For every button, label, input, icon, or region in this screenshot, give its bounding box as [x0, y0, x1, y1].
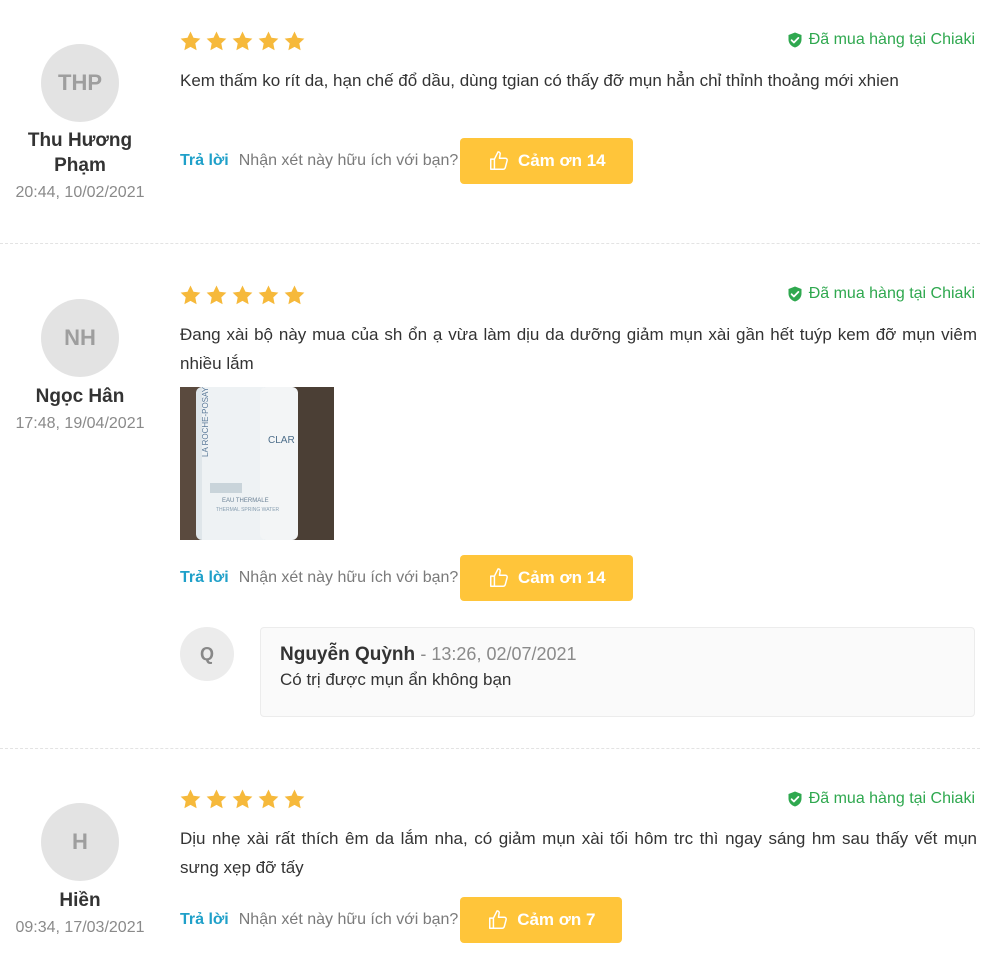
- thanks-label: Cảm ơn 7: [517, 910, 596, 929]
- star-icon: [180, 285, 201, 305]
- helpful-question: Nhận xét này hữu ích với bạn?: [238, 569, 459, 586]
- review-time: 20:44, 10/02/2021: [15, 184, 145, 201]
- thumbs-up-icon: [489, 568, 508, 587]
- reply-text: Có trị được mụn ẩn không bạn: [280, 670, 512, 689]
- review-item: H Hiền 09:34, 17/03/2021 Đã mua hàng tại…: [0, 750, 997, 960]
- review-item: NH Ngọc Hân 17:48, 19/04/2021 Đã mua hàn…: [0, 245, 997, 750]
- avatar: NH: [41, 299, 119, 377]
- reply-avatar: Q: [180, 627, 234, 681]
- reviewer-info: THP Thu Hương Phạm 20:44, 10/02/2021: [0, 44, 160, 202]
- verified-label: Đã mua hàng tại Chiaki: [808, 31, 975, 48]
- photo-label-text: THERMAL SPRING WATER: [216, 507, 280, 513]
- review-actions: Trả lời Nhận xét này hữu ích với bạn? Cả…: [180, 897, 623, 943]
- star-icon: [206, 31, 227, 51]
- reply-time: - 13:26, 02/07/2021: [420, 644, 577, 664]
- star-icon: [232, 31, 253, 51]
- review-actions: Trả lời Nhận xét này hữu ích với bạn? Cả…: [180, 138, 634, 184]
- rating-stars: [179, 284, 306, 307]
- rating-stars: [179, 788, 306, 811]
- reviewer-name: Hiền: [59, 890, 101, 911]
- thumbs-up-icon: [489, 910, 508, 929]
- thumbs-up-icon: [489, 151, 508, 170]
- review-actions: Trả lời Nhận xét này hữu ích với bạn? Cả…: [180, 555, 634, 601]
- reviewer-info: H Hiền 09:34, 17/03/2021: [0, 803, 160, 937]
- helpful-question: Nhận xét này hữu ích với bạn?: [238, 152, 459, 169]
- thanks-label: Cảm ơn 14: [517, 151, 606, 170]
- helpful-question: Nhận xét này hữu ích với bạn?: [238, 911, 459, 928]
- verified-purchase-badge: Đã mua hàng tại Chiaki: [787, 790, 975, 808]
- reply-header: Nguyễn Quỳnh - 13:26, 02/07/2021: [280, 644, 955, 666]
- photo-label-text: CLAR: [268, 435, 295, 446]
- reply-author: Nguyễn Quỳnh: [280, 644, 416, 665]
- verified-purchase-badge: Đã mua hàng tại Chiaki: [787, 31, 975, 49]
- check-shield-icon: [788, 286, 802, 302]
- avatar: H: [41, 803, 119, 881]
- reply-link[interactable]: Trả lời: [180, 569, 229, 587]
- review-item: THP Thu Hương Phạm 20:44, 10/02/2021 Đã …: [0, 0, 997, 245]
- avatar: THP: [41, 44, 119, 122]
- rating-stars: [179, 30, 306, 53]
- product-photo-image: LA ROCHE-POSAY EAU THERMALE THERMAL SPRI…: [180, 387, 334, 540]
- reply-comment: Nguyễn Quỳnh - 13:26, 02/07/2021 Có trị …: [260, 627, 975, 717]
- verified-label: Đã mua hàng tại Chiaki: [808, 790, 975, 807]
- divider: [0, 243, 980, 244]
- star-icon: [180, 31, 201, 51]
- review-content: Kem thấm ko rít da, hạn chế đổ dầu, dùng…: [180, 71, 899, 90]
- star-icon: [232, 285, 253, 305]
- review-content: Dịu nhẹ xài rất thích êm da lắm nha, có …: [180, 829, 977, 877]
- check-shield-icon: [788, 791, 802, 807]
- reviewer-info: NH Ngọc Hân 17:48, 19/04/2021: [0, 299, 160, 433]
- review-time: 17:48, 19/04/2021: [15, 415, 145, 432]
- star-icon: [258, 285, 279, 305]
- check-shield-icon: [788, 32, 802, 48]
- divider: [0, 748, 980, 749]
- review-content: Đang xài bộ này mua của sh ổn ạ vừa làm …: [180, 325, 977, 373]
- star-icon: [258, 31, 279, 51]
- star-icon: [180, 789, 201, 809]
- star-icon: [206, 285, 227, 305]
- reply-link[interactable]: Trả lời: [180, 911, 229, 929]
- star-icon: [284, 789, 305, 809]
- verified-label: Đã mua hàng tại Chiaki: [808, 285, 975, 302]
- reply-link[interactable]: Trả lời: [180, 152, 229, 170]
- reviewer-name: Ngọc Hân: [35, 386, 125, 407]
- thanks-label: Cảm ơn 14: [517, 568, 606, 587]
- thanks-button[interactable]: Cảm ơn 14: [460, 555, 634, 601]
- review-time: 09:34, 17/03/2021: [15, 919, 145, 936]
- star-icon: [232, 789, 253, 809]
- star-icon: [284, 285, 305, 305]
- verified-purchase-badge: Đã mua hàng tại Chiaki: [787, 285, 975, 303]
- photo-brand-text: LA ROCHE-POSAY: [201, 387, 210, 457]
- star-icon: [206, 789, 227, 809]
- star-icon: [284, 31, 305, 51]
- thanks-button[interactable]: Cảm ơn 14: [460, 138, 634, 184]
- star-icon: [258, 789, 279, 809]
- review-photo[interactable]: LA ROCHE-POSAY EAU THERMALE THERMAL SPRI…: [180, 387, 334, 540]
- reviewer-name: Thu Hương Phạm: [27, 130, 133, 176]
- thanks-button[interactable]: Cảm ơn 7: [460, 897, 623, 943]
- photo-label-text: EAU THERMALE: [222, 498, 269, 504]
